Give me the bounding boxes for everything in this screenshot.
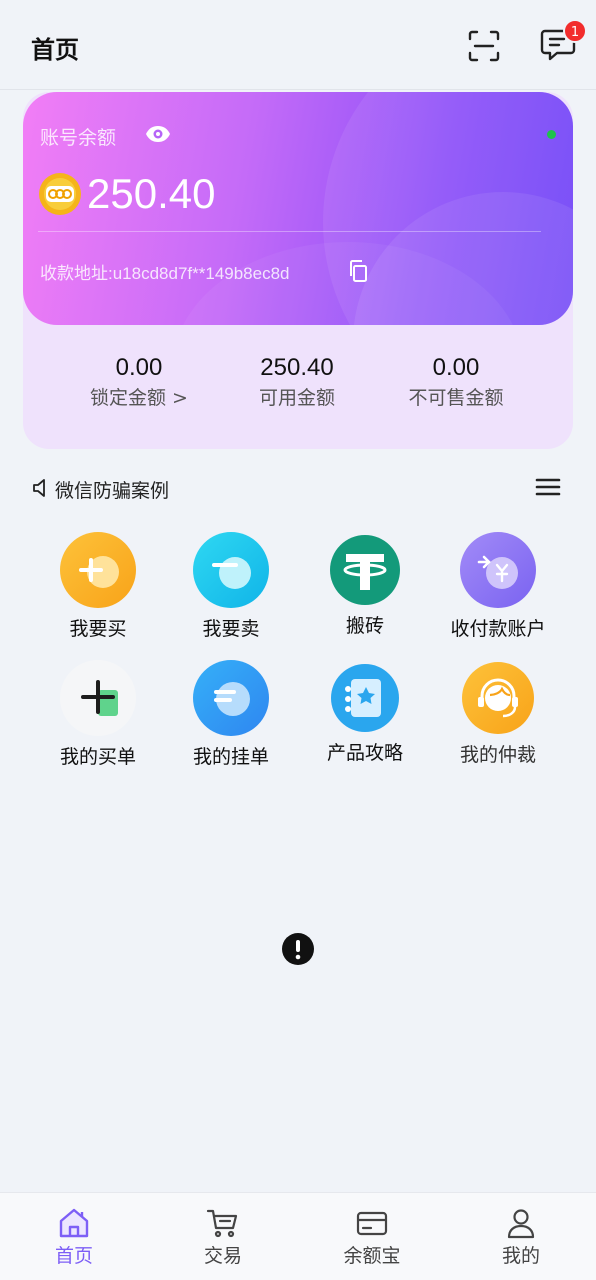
my-listings-label: 我的挂单 bbox=[192, 746, 269, 768]
available-amount-label: 可用金额 bbox=[258, 387, 335, 409]
unsellable-amount-value: 0.00 bbox=[432, 354, 480, 381]
my-listings-button[interactable]: 我的挂单 bbox=[166, 660, 296, 769]
home-icon bbox=[57, 1207, 91, 1239]
buy-icon bbox=[60, 532, 136, 608]
eye-icon[interactable] bbox=[145, 123, 171, 145]
sell-icon bbox=[193, 532, 269, 608]
tab-trade-label: 交易 bbox=[203, 1245, 242, 1267]
available-amount-value: 250.40 bbox=[260, 354, 334, 381]
tab-balance-treasure-label: 余额宝 bbox=[343, 1245, 401, 1267]
guide-label: 产品攻略 bbox=[326, 742, 403, 764]
unsellable-amount-label: 不可售金额 bbox=[408, 387, 504, 409]
alert-icon bbox=[282, 933, 314, 965]
unsellable-amount: 0.00 不可售金额 bbox=[366, 354, 546, 410]
wallet-card-icon bbox=[355, 1207, 389, 1239]
sell-button[interactable]: 我要卖 bbox=[166, 532, 296, 641]
menu-icon[interactable] bbox=[534, 476, 562, 498]
tab-bar: 首页 交易 余额宝 我的 bbox=[0, 1192, 596, 1280]
message-badge: 1 bbox=[563, 19, 587, 43]
my-buy-orders-label: 我的买单 bbox=[59, 746, 136, 768]
tab-mine[interactable]: 我的 bbox=[471, 1207, 571, 1268]
buy-label: 我要买 bbox=[69, 618, 127, 640]
arbitration-label: 我的仲裁 bbox=[459, 744, 536, 766]
tab-home-label: 首页 bbox=[54, 1245, 93, 1267]
profile-icon bbox=[504, 1207, 538, 1239]
page-title: 首页 bbox=[31, 36, 79, 64]
coin-icon bbox=[38, 172, 82, 216]
payment-account-label: 收付款账户 bbox=[450, 618, 546, 640]
my-listings-icon bbox=[193, 660, 269, 736]
notice-text[interactable]: 微信防骗案例 bbox=[55, 476, 169, 503]
locked-amount-value: 0.00 bbox=[115, 354, 163, 381]
buy-button[interactable]: 我要买 bbox=[33, 532, 163, 641]
divider bbox=[38, 231, 541, 232]
tab-balance-treasure[interactable]: 余额宝 bbox=[322, 1207, 422, 1268]
copy-icon[interactable] bbox=[347, 259, 369, 283]
balance-card: 账号余额 250.40 收款地址:u18cd8d7f**149b8ec8d bbox=[23, 92, 573, 325]
my-buy-orders-icon bbox=[60, 660, 136, 736]
payment-account-icon bbox=[460, 532, 536, 608]
arbitration-button[interactable]: 我的仲裁 bbox=[433, 660, 563, 767]
arbitration-icon bbox=[462, 662, 534, 734]
balance-amount: 250.40 bbox=[87, 170, 216, 217]
my-buy-orders-button[interactable]: 我的买单 bbox=[33, 660, 163, 769]
tether-label: 搬砖 bbox=[345, 615, 384, 637]
speaker-icon bbox=[32, 478, 52, 498]
tether-icon bbox=[330, 535, 400, 605]
tab-mine-label: 我的 bbox=[501, 1245, 540, 1267]
payment-account-button[interactable]: 收付款账户 bbox=[433, 532, 563, 641]
tab-trade[interactable]: 交易 bbox=[173, 1207, 273, 1268]
sell-label: 我要卖 bbox=[202, 618, 260, 640]
locked-amount-label: 锁定金额 > bbox=[90, 387, 188, 409]
balance-label: 账号余额 bbox=[40, 127, 117, 149]
guide-icon bbox=[331, 664, 399, 732]
tether-button[interactable]: 搬砖 bbox=[300, 532, 430, 638]
scan-icon[interactable] bbox=[466, 28, 502, 64]
guide-button[interactable]: 产品攻略 bbox=[300, 660, 430, 765]
tab-home[interactable]: 首页 bbox=[24, 1207, 124, 1268]
cart-icon bbox=[206, 1207, 240, 1239]
receive-address: 收款地址:u18cd8d7f**149b8ec8d bbox=[40, 264, 290, 283]
status-dot bbox=[547, 130, 556, 139]
header: 首页 1 bbox=[0, 0, 596, 90]
available-amount: 250.40 可用金额 bbox=[207, 354, 387, 410]
locked-amount[interactable]: 0.00 锁定金额 > bbox=[49, 354, 229, 410]
